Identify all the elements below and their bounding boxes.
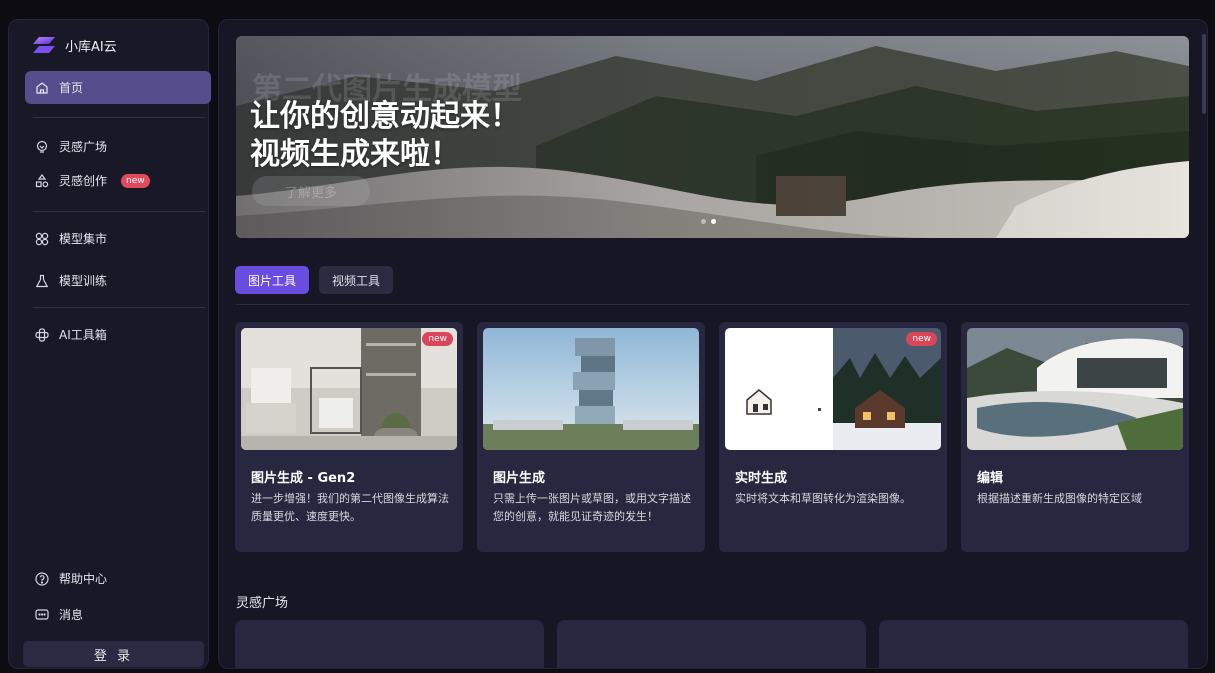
card-title: 图片生成 - Gen2	[251, 471, 356, 486]
sidebar-item-label: 消息	[59, 608, 84, 622]
tab-video-tools[interactable]: 视频工具	[319, 266, 394, 294]
banner-title-line2: 视频生成来啦！	[250, 137, 460, 172]
tool-card-image-generation[interactable]: 图片生成 只需上传一张图片或草图，或用文字描述您的创意，就能见证奇迹的发生！	[477, 322, 705, 552]
model-market-icon	[35, 232, 49, 246]
sidebar: 小库AI云 首页 灵感广场 灵感创作 new 模型集市 模型训练 AI工具箱 帮…	[8, 19, 211, 669]
sidebar-item-model-training[interactable]: 模型训练	[25, 264, 211, 297]
sidebar-divider	[33, 211, 205, 212]
tool-card-edit[interactable]: 编辑 根据描述重新生成图像的特定区域	[961, 322, 1189, 552]
hero-banner[interactable]: 第二代图片生成模型 让你的创意动起来！ 视频生成来啦！ 了解更多	[236, 36, 1189, 238]
card-image	[241, 328, 457, 450]
sidebar-item-home[interactable]: 首页	[25, 71, 211, 104]
banner-title: 让你的创意动起来！ 视频生成来啦！	[250, 98, 520, 174]
sidebar-divider	[33, 117, 205, 118]
login-button[interactable]: 登 录	[23, 641, 204, 667]
sidebar-item-label: 模型训练	[59, 274, 108, 288]
inspiration-panel[interactable]	[557, 620, 866, 668]
card-image	[483, 328, 699, 450]
card-title: 图片生成	[493, 471, 546, 486]
tabs-divider	[236, 304, 1189, 305]
main-content: 第二代图片生成模型 让你的创意动起来！ 视频生成来啦！ 了解更多 图片工具 视频…	[218, 19, 1208, 669]
section-title-inspiration: 灵感广场	[236, 596, 289, 611]
sidebar-item-inspiration-create[interactable]: 灵感创作 new	[25, 164, 211, 197]
carousel-dot-active[interactable]	[711, 219, 716, 224]
message-icon	[35, 608, 49, 622]
card-description: 根据描述重新生成图像的特定区域	[977, 492, 1142, 505]
card-description: 进一步增强！我们的第二代图像生成算法质量更优、速度更快。	[251, 492, 449, 523]
sidebar-item-label: AI工具箱	[59, 328, 107, 342]
new-badge: new	[121, 173, 150, 188]
card-image	[725, 328, 941, 450]
bulb-icon	[35, 140, 49, 154]
card-title: 实时生成	[735, 471, 788, 486]
sidebar-item-label: 帮助中心	[59, 572, 108, 586]
sidebar-item-label: 模型集市	[59, 232, 108, 246]
tab-image-tools[interactable]: 图片工具	[235, 266, 310, 294]
brand-name: 小库AI云	[65, 39, 117, 55]
tool-tabs: 图片工具 视频工具	[235, 266, 394, 294]
scrollbar[interactable]	[1202, 34, 1206, 114]
new-badge: new	[906, 332, 937, 346]
sidebar-item-messages[interactable]: 消息	[25, 598, 211, 631]
sidebar-item-ai-toolbox[interactable]: AI工具箱	[25, 318, 211, 351]
carousel-dots	[701, 219, 716, 224]
flask-icon	[35, 274, 49, 288]
sidebar-item-inspiration-square[interactable]: 灵感广场	[25, 130, 211, 163]
sidebar-item-model-market[interactable]: 模型集市	[25, 222, 211, 255]
shapes-icon	[35, 173, 49, 188]
inspiration-panel[interactable]	[879, 620, 1188, 668]
sidebar-item-label: 灵感广场	[59, 140, 108, 154]
card-image	[967, 328, 1183, 450]
card-title: 编辑	[977, 471, 1004, 486]
sidebar-item-label: 首页	[59, 81, 84, 95]
card-description: 实时将文本和草图转化为渲染图像。	[735, 492, 911, 505]
brand[interactable]: 小库AI云	[33, 34, 117, 56]
card-description: 只需上传一张图片或草图，或用文字描述您的创意，就能见证奇迹的发生！	[493, 492, 691, 523]
tool-card-gen2[interactable]: new 图片生成 - Gen2 进一步增强！我们的第二代图像生成算法质量更优、速…	[235, 322, 463, 552]
home-icon	[35, 81, 49, 95]
carousel-dot[interactable]	[701, 219, 706, 224]
sidebar-item-label: 灵感创作	[59, 174, 108, 188]
brand-logo-icon	[33, 37, 55, 53]
new-badge: new	[422, 332, 453, 346]
banner-title-line1: 让你的创意动起来！	[250, 99, 520, 134]
sidebar-item-help-center[interactable]: 帮助中心	[25, 562, 211, 595]
inspiration-panel[interactable]	[235, 620, 544, 668]
toolbox-icon	[35, 327, 49, 342]
sidebar-divider	[33, 307, 205, 308]
banner-learn-more-button[interactable]: 了解更多	[252, 176, 370, 206]
tool-card-realtime-generation[interactable]: new 实时生成 实时将文本和草图转化为渲染图像。	[719, 322, 947, 552]
help-icon	[35, 571, 49, 586]
